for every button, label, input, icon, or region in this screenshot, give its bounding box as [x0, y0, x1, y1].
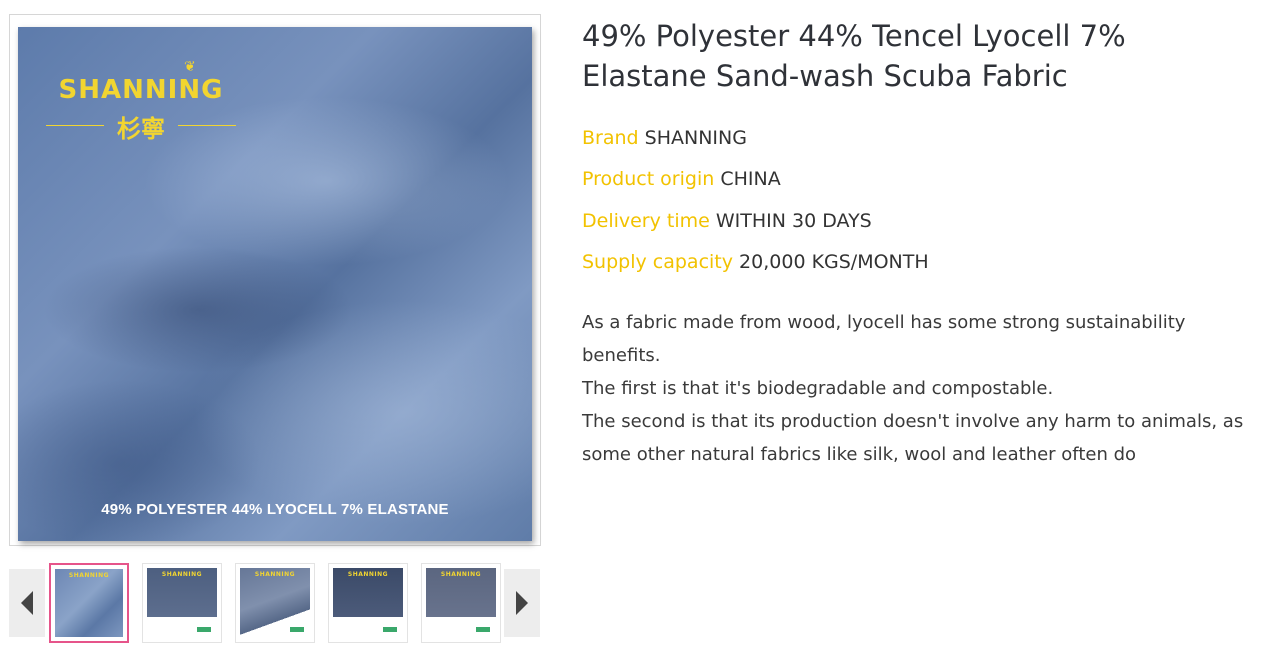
logo-chinese: 杉寧	[117, 115, 165, 143]
spec-label: Product origin	[582, 168, 715, 190]
thumbnail-logo: SHANNING	[440, 571, 482, 578]
gallery-prev-button[interactable]	[9, 569, 45, 637]
spec-delivery-time: Delivery time WITHIN 30 DAYS	[582, 208, 872, 234]
chevron-right-icon	[516, 591, 528, 615]
thumbnail-5[interactable]: SHANNING	[421, 563, 501, 643]
thumbnail-4[interactable]: SHANNING	[328, 563, 408, 643]
thumbnail-image: SHANNING	[426, 568, 496, 638]
tencel-badge-icon	[476, 627, 490, 632]
spec-label: Supply capacity	[582, 251, 733, 273]
spec-value: WITHIN 30 DAYS	[715, 210, 872, 232]
gallery-next-button[interactable]	[504, 569, 540, 637]
tencel-badge-icon	[290, 627, 304, 632]
tencel-badge-icon	[197, 627, 211, 632]
thumbnail-logo: SHANNING	[68, 572, 110, 579]
spec-supply-capacity: Supply capacity 20,000 KGS/MONTH	[582, 249, 929, 275]
thumbnail-1[interactable]: SHANNING	[49, 563, 129, 643]
image-caption: 49% POLYESTER 44% LYOCELL 7% ELASTANE	[101, 501, 449, 518]
main-image-frame: ❦ SHANNING 杉寧 49% POLYESTER 44% LYOCELL …	[9, 14, 541, 546]
thumbnail-logo: SHANNING	[347, 571, 389, 578]
spec-product-origin: Product origin CHINA	[582, 166, 781, 192]
spec-value: SHANNING	[644, 127, 747, 149]
thumbnail-image: SHANNING	[333, 568, 403, 638]
spec-value: 20,000 KGS/MONTH	[739, 251, 929, 273]
product-description: As a fabric made from wood, lyocell has …	[582, 306, 1262, 471]
main-product-image[interactable]: ❦ SHANNING 杉寧 49% POLYESTER 44% LYOCELL …	[18, 27, 532, 541]
leaf-icon: ❦	[184, 59, 196, 75]
description-paragraph: The first is that it's biodegradable and…	[582, 378, 1054, 399]
product-title: 49% Polyester 44% Tencel Lyocell 7% Elas…	[582, 19, 1126, 93]
thumbnail-logo: SHANNING	[161, 571, 203, 578]
thumbnail-image: SHANNING	[240, 568, 310, 638]
thumbnail-logo: SHANNING	[254, 571, 296, 578]
spec-label: Delivery time	[582, 210, 710, 232]
thumbnail-3[interactable]: SHANNING	[235, 563, 315, 643]
thumbnail-image: SHANNING	[55, 569, 123, 637]
spec-brand: Brand SHANNING	[582, 125, 747, 151]
logo-wordmark: SHANNING	[58, 75, 224, 105]
logo-divider-right	[178, 125, 236, 126]
thumbnail-2[interactable]: SHANNING	[142, 563, 222, 643]
description-paragraph: The second is that its production doesn'…	[582, 411, 1244, 465]
tencel-badge-icon	[383, 627, 397, 632]
spec-value: CHINA	[720, 168, 781, 190]
thumbnail-image: SHANNING	[147, 568, 217, 638]
chevron-left-icon	[21, 591, 33, 615]
spec-label: Brand	[582, 127, 639, 149]
brand-logo: ❦ SHANNING 杉寧	[36, 57, 246, 147]
description-paragraph: As a fabric made from wood, lyocell has …	[582, 312, 1186, 366]
